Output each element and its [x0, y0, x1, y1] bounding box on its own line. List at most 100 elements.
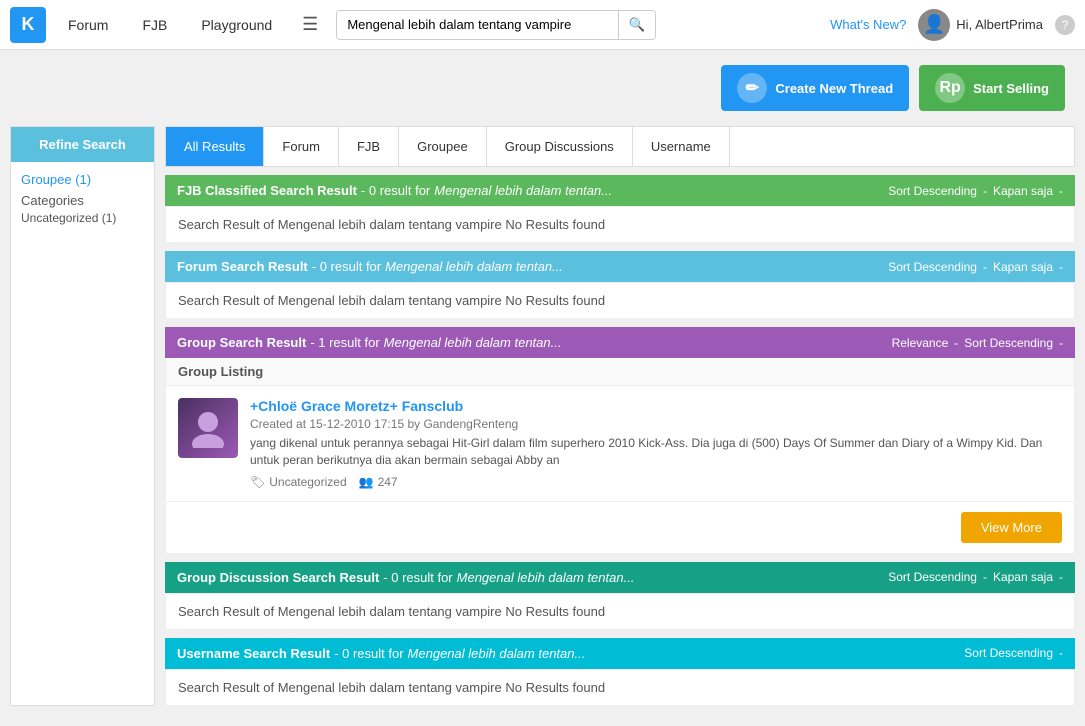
- group-discussion-sort-label[interactable]: Sort Descending: [888, 570, 977, 584]
- forum-header-right: Sort Descending - Kapan saja -: [888, 260, 1063, 274]
- fjb-when-sep: -: [1059, 184, 1063, 198]
- forum-result-body: Search Result of Mengenal lebih dalam te…: [165, 282, 1075, 319]
- group-discussion-header-left: Group Discussion Search Result - 0 resul…: [177, 570, 634, 585]
- whats-new-link[interactable]: What's New?: [830, 17, 906, 32]
- forum-when-label[interactable]: Kapan saja: [993, 260, 1053, 274]
- tab-username[interactable]: Username: [633, 127, 730, 166]
- group-discussion-count: - 0 result for: [383, 570, 452, 585]
- username-sort-label[interactable]: Sort Descending: [964, 646, 1053, 660]
- group-result-count: - 1 result for: [310, 335, 379, 350]
- fjb-header-left: FJB Classified Search Result - 0 result …: [177, 183, 612, 198]
- fjb-sort-label[interactable]: Sort Descending: [888, 184, 977, 198]
- hamburger-icon[interactable]: ☰: [294, 14, 326, 35]
- forum-result-header: Forum Search Result - 0 result for Menge…: [165, 251, 1075, 282]
- username-header-right: Sort Descending -: [964, 646, 1063, 660]
- start-selling-button[interactable]: Rp Start Selling: [919, 65, 1065, 111]
- user-greeting: Hi, AlbertPrima: [956, 17, 1043, 32]
- forum-sort-label[interactable]: Sort Descending: [888, 260, 977, 274]
- fjb-sort-sep: -: [983, 184, 987, 198]
- forum-result-title: Forum Search Result: [177, 259, 308, 274]
- action-area: ✏ Create New Thread Rp Start Selling: [0, 50, 1085, 126]
- search-button[interactable]: 🔍: [618, 11, 656, 39]
- nav-forum[interactable]: Forum: [56, 17, 120, 33]
- group-sort-sep: -: [1059, 336, 1063, 350]
- tab-group-discussions[interactable]: Group Discussions: [487, 127, 633, 166]
- main-layout: Refine Search Groupee (1) Categories Unc…: [0, 126, 1085, 726]
- nav-playground[interactable]: Playground: [189, 17, 284, 33]
- forum-result-query: Mengenal lebih dalam tentan...: [385, 259, 563, 274]
- group-members-icon: 👥 247: [359, 475, 398, 489]
- group-discussion-title: Group Discussion Search Result: [177, 570, 379, 585]
- start-selling-label: Start Selling: [973, 81, 1049, 96]
- fjb-result-query: Mengenal lebih dalam tentan...: [434, 183, 612, 198]
- help-icon[interactable]: ?: [1055, 15, 1075, 35]
- forum-result-section: Forum Search Result - 0 result for Menge…: [165, 251, 1075, 319]
- sidebar: Refine Search Groupee (1) Categories Unc…: [10, 126, 155, 706]
- group-result-query: Mengenal lebih dalam tentan...: [384, 335, 562, 350]
- fjb-result-header: FJB Classified Search Result - 0 result …: [165, 175, 1075, 206]
- avatar: 👤: [918, 9, 950, 41]
- tabs: All Results Forum FJB Groupee Group Disc…: [165, 126, 1075, 167]
- username-sort-sep: -: [1059, 646, 1063, 660]
- user-avatar-area[interactable]: 👤 Hi, AlbertPrima: [918, 9, 1043, 41]
- fjb-result-count: - 0 result for: [361, 183, 430, 198]
- search-input[interactable]: [337, 11, 617, 38]
- refine-search-button[interactable]: Refine Search: [11, 127, 154, 162]
- group-tag-icon: 🏷 Uncategorized: [250, 475, 347, 489]
- tab-all-results[interactable]: All Results: [166, 127, 264, 166]
- forum-when-sep: -: [1059, 260, 1063, 274]
- group-avatar-inner: [178, 398, 238, 458]
- group-discussion-sort-sep: -: [983, 570, 987, 584]
- forum-result-count: - 0 result for: [312, 259, 381, 274]
- username-result-count: - 0 result for: [334, 646, 403, 661]
- logo[interactable]: K: [10, 7, 46, 43]
- tab-groupee[interactable]: Groupee: [399, 127, 487, 166]
- nav-right: What's New? 👤 Hi, AlbertPrima ?: [830, 9, 1075, 41]
- create-thread-label: Create New Thread: [775, 81, 893, 96]
- group-discussion-body: Search Result of Mengenal lebih dalam te…: [165, 593, 1075, 630]
- username-result-section: Username Search Result - 0 result for Me…: [165, 638, 1075, 706]
- group-discussion-query: Mengenal lebih dalam tentan...: [457, 570, 635, 585]
- group-discussion-result-section: Group Discussion Search Result - 0 resul…: [165, 562, 1075, 630]
- group-desc: yang dikenal untuk perannya sebagai Hit-…: [250, 435, 1062, 469]
- nav-fjb[interactable]: FJB: [130, 17, 179, 33]
- username-result-query: Mengenal lebih dalam tentan...: [408, 646, 586, 661]
- fjb-header-right: Sort Descending - Kapan saja -: [888, 184, 1063, 198]
- group-header-left: Group Search Result - 1 result for Menge…: [177, 335, 561, 350]
- tab-fjb[interactable]: FJB: [339, 127, 399, 166]
- fjb-when-label[interactable]: Kapan saja: [993, 184, 1053, 198]
- forum-header-left: Forum Search Result - 0 result for Menge…: [177, 259, 563, 274]
- group-info: +Chloë Grace Moretz+ Fansclub Created at…: [250, 398, 1062, 489]
- group-result-title: Group Search Result: [177, 335, 306, 350]
- group-discussion-when-label[interactable]: Kapan saja: [993, 570, 1053, 584]
- sell-icon: Rp: [935, 73, 965, 103]
- group-rel-sep: -: [954, 336, 958, 350]
- username-result-title: Username Search Result: [177, 646, 330, 661]
- group-avatar: [178, 398, 238, 458]
- group-sort-label[interactable]: Sort Descending: [964, 336, 1053, 350]
- username-result-body: Search Result of Mengenal lebih dalam te…: [165, 669, 1075, 706]
- create-icon: ✏: [737, 73, 767, 103]
- group-header-right: Relevance - Sort Descending -: [892, 336, 1063, 350]
- content-area: All Results Forum FJB Groupee Group Disc…: [165, 126, 1075, 706]
- sidebar-uncategorized[interactable]: Uncategorized (1): [21, 211, 144, 225]
- group-name[interactable]: +Chloë Grace Moretz+ Fansclub: [250, 398, 1062, 414]
- sidebar-groupee[interactable]: Groupee (1): [21, 172, 144, 187]
- navbar: K Forum FJB Playground ☰ 🔍 What's New? 👤…: [0, 0, 1085, 50]
- group-listing-header: Group Listing: [165, 358, 1075, 386]
- username-header-left: Username Search Result - 0 result for Me…: [177, 646, 585, 661]
- group-relevance-label[interactable]: Relevance: [892, 336, 949, 350]
- group-meta: Created at 15-12-2010 17:15 by GandengRe…: [250, 417, 1062, 431]
- group-tags: 🏷 Uncategorized 👥 247: [250, 475, 1062, 489]
- create-thread-button[interactable]: ✏ Create New Thread: [721, 65, 909, 111]
- group-tag-label: Uncategorized: [269, 475, 346, 489]
- fjb-result-section: FJB Classified Search Result - 0 result …: [165, 175, 1075, 243]
- view-more-button[interactable]: View More: [961, 512, 1062, 543]
- sidebar-categories-label: Categories: [21, 193, 144, 208]
- sidebar-section: Groupee (1) Categories Uncategorized (1): [11, 162, 154, 235]
- group-result-header: Group Search Result - 1 result for Menge…: [165, 327, 1075, 358]
- group-list-item: +Chloë Grace Moretz+ Fansclub Created at…: [165, 386, 1075, 502]
- tab-forum[interactable]: Forum: [264, 127, 339, 166]
- group-discussion-header-right: Sort Descending - Kapan saja -: [888, 570, 1063, 584]
- fjb-result-title: FJB Classified Search Result: [177, 183, 357, 198]
